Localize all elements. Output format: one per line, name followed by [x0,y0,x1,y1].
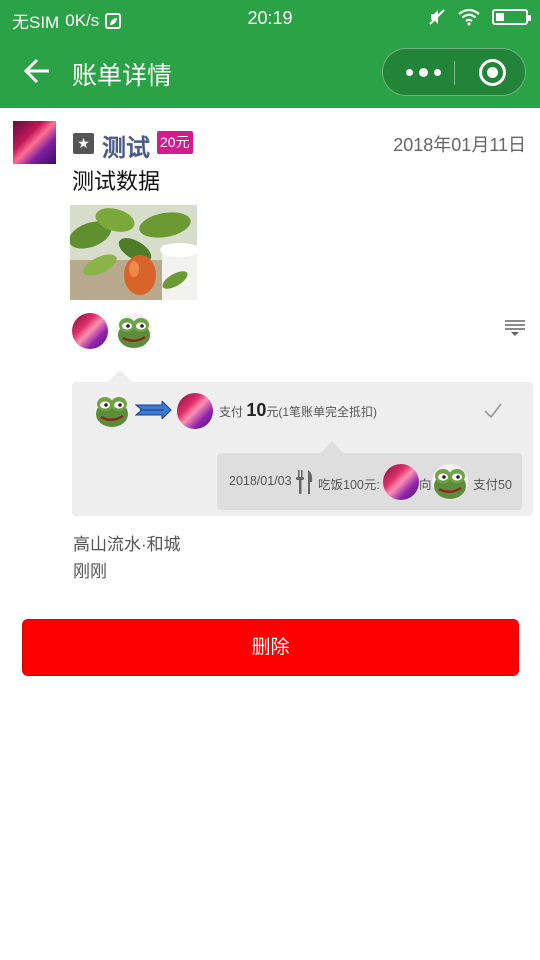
panel-pointer [108,370,132,382]
wifi-icon [458,8,480,26]
bill-direction-label: 向 [419,478,432,492]
avatar[interactable] [13,121,56,164]
bill-pay-amount: 支付50 [473,478,512,492]
page-title: 账单详情 [72,62,173,90]
miniprogram-capsule [382,48,526,96]
delete-button[interactable]: 删除 [22,619,519,676]
amount-badge: 20元 [157,131,193,154]
star-icon[interactable]: ★ [73,133,94,154]
bill-date: 2018/01/03 [229,474,292,488]
check-icon[interactable] [483,402,503,420]
status-right [428,8,531,26]
battery-icon [492,9,531,25]
record-date: 2018年01月11日 [393,135,526,155]
bill-payee-avatar[interactable] [383,464,419,500]
attached-photo[interactable] [70,205,197,300]
close-miniprogram-icon[interactable] [479,59,506,86]
dot-icon [419,68,428,77]
bill-payer-avatar[interactable] [432,464,468,500]
bill-item: 吃饭100元: [318,478,380,492]
frog-avatar-icon [434,469,466,499]
detail-pointer [321,441,343,453]
dot-icon [406,69,413,76]
fork-knife-icon [296,470,313,494]
location-label: 高山流水·和城 [73,535,181,554]
record-name: 测试 [102,135,150,162]
frog-avatar-icon [118,318,150,348]
list-menu-icon[interactable] [504,319,526,337]
transfer-arrow-icon [134,401,172,419]
participant-avatar[interactable] [116,313,152,349]
payment-summary: 支付 10元(1笔账单完全抵扣) [219,400,377,421]
capsule-divider [454,61,455,85]
frog-avatar-icon [96,397,128,427]
pay-prefix: 支付 [219,405,244,419]
payee-avatar[interactable] [177,393,213,429]
pay-suffix: 元(1笔账单完全抵扣) [266,405,378,419]
payer-avatar[interactable] [94,392,130,428]
more-menu-button[interactable] [397,49,453,95]
time-ago-label: 刚刚 [73,562,107,581]
nav-bar: 账单详情 [0,36,540,108]
pay-amount: 10 [246,400,267,420]
mute-icon [429,9,445,25]
record-content: 测试数据 [72,169,161,194]
back-arrow-icon[interactable] [22,56,52,86]
status-bar: 无SIM 0K/s 20:19 [0,0,540,36]
dot-icon [434,69,441,76]
participant-avatar[interactable] [72,313,108,349]
